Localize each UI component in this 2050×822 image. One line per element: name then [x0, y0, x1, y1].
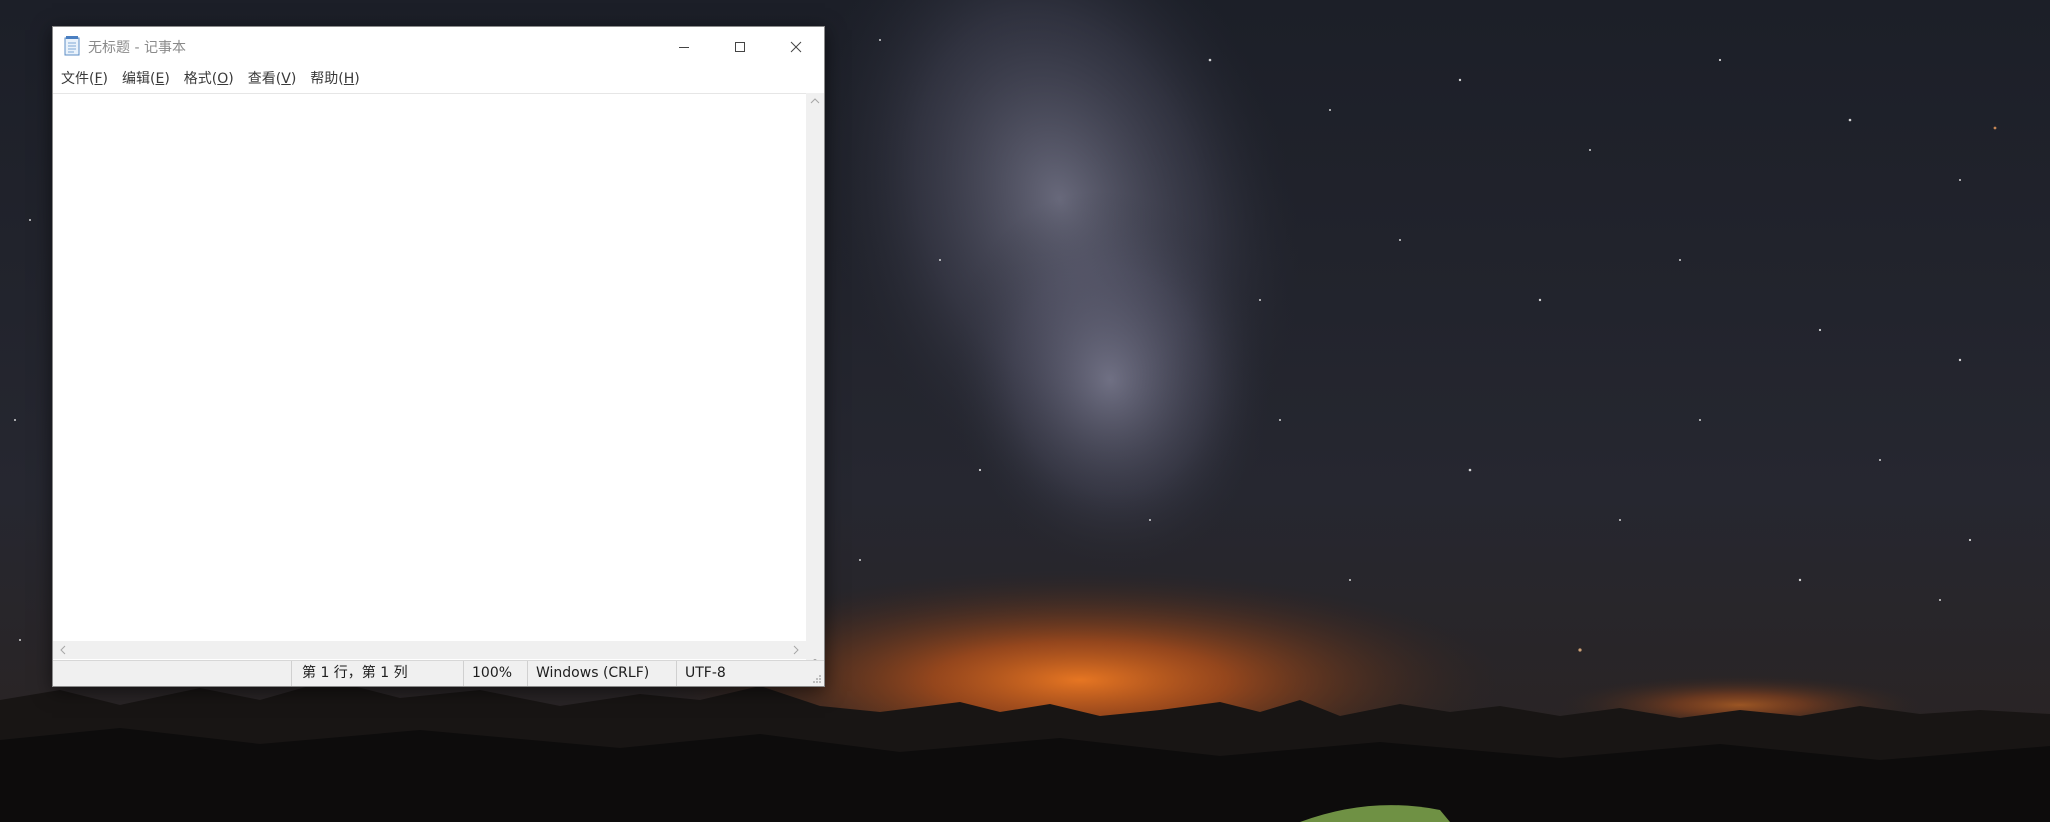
menu-edit[interactable]: 编辑(E) [115, 67, 177, 91]
text-editor-area[interactable] [53, 93, 806, 667]
scrollbar-corner [806, 641, 824, 659]
menu-view-label: 查看 [247, 71, 276, 87]
window-title: 无标题 - 记事本 [88, 40, 186, 56]
menu-edit-accesskey: E [155, 71, 165, 87]
status-zoom: 100% [463, 661, 527, 686]
close-icon [790, 41, 802, 53]
menu-help-label: 帮助 [310, 71, 339, 87]
maximize-icon [735, 42, 745, 52]
maximize-button[interactable] [712, 27, 768, 67]
menu-format-accesskey: O [217, 71, 229, 87]
scroll-left-icon[interactable] [59, 645, 67, 655]
close-button[interactable] [768, 27, 824, 67]
status-bar: 第 1 行，第 1 列 100% Windows (CRLF) UTF-8 [53, 660, 824, 686]
horizontal-scrollbar[interactable] [53, 641, 806, 659]
minimize-button[interactable] [656, 27, 712, 67]
status-cursor-position: 第 1 行，第 1 列 [291, 661, 463, 686]
menu-format-label: 格式 [183, 71, 212, 87]
menu-file-accesskey: F [94, 71, 103, 87]
status-encoding: UTF-8 [676, 661, 806, 686]
resize-grip-icon[interactable] [812, 674, 822, 684]
vertical-scrollbar[interactable] [806, 93, 824, 666]
scroll-up-icon[interactable] [810, 97, 820, 105]
notepad-icon [64, 36, 80, 56]
menu-bar: 文件(F) 编辑(E) 格式(O) 查看(V) 帮助(H) [53, 67, 824, 91]
menu-format[interactable]: 格式(O) [177, 67, 241, 91]
status-line-ending: Windows (CRLF) [527, 661, 676, 686]
menu-file[interactable]: 文件(F) [53, 67, 115, 91]
notepad-window: 无标题 - 记事本 文件(F) 编辑(E) 格式(O) 查看(V) 帮助(H) [52, 26, 825, 687]
menu-view-accesskey: V [281, 71, 291, 87]
menu-help-accesskey: H [343, 71, 355, 87]
minimize-icon [679, 47, 689, 48]
menu-help[interactable]: 帮助(H) [303, 67, 366, 91]
title-bar[interactable]: 无标题 - 记事本 [53, 27, 824, 67]
scroll-right-icon[interactable] [792, 645, 800, 655]
menu-view[interactable]: 查看(V) [241, 67, 304, 91]
menu-edit-label: 编辑 [122, 71, 150, 87]
menu-file-label: 文件 [61, 71, 89, 87]
